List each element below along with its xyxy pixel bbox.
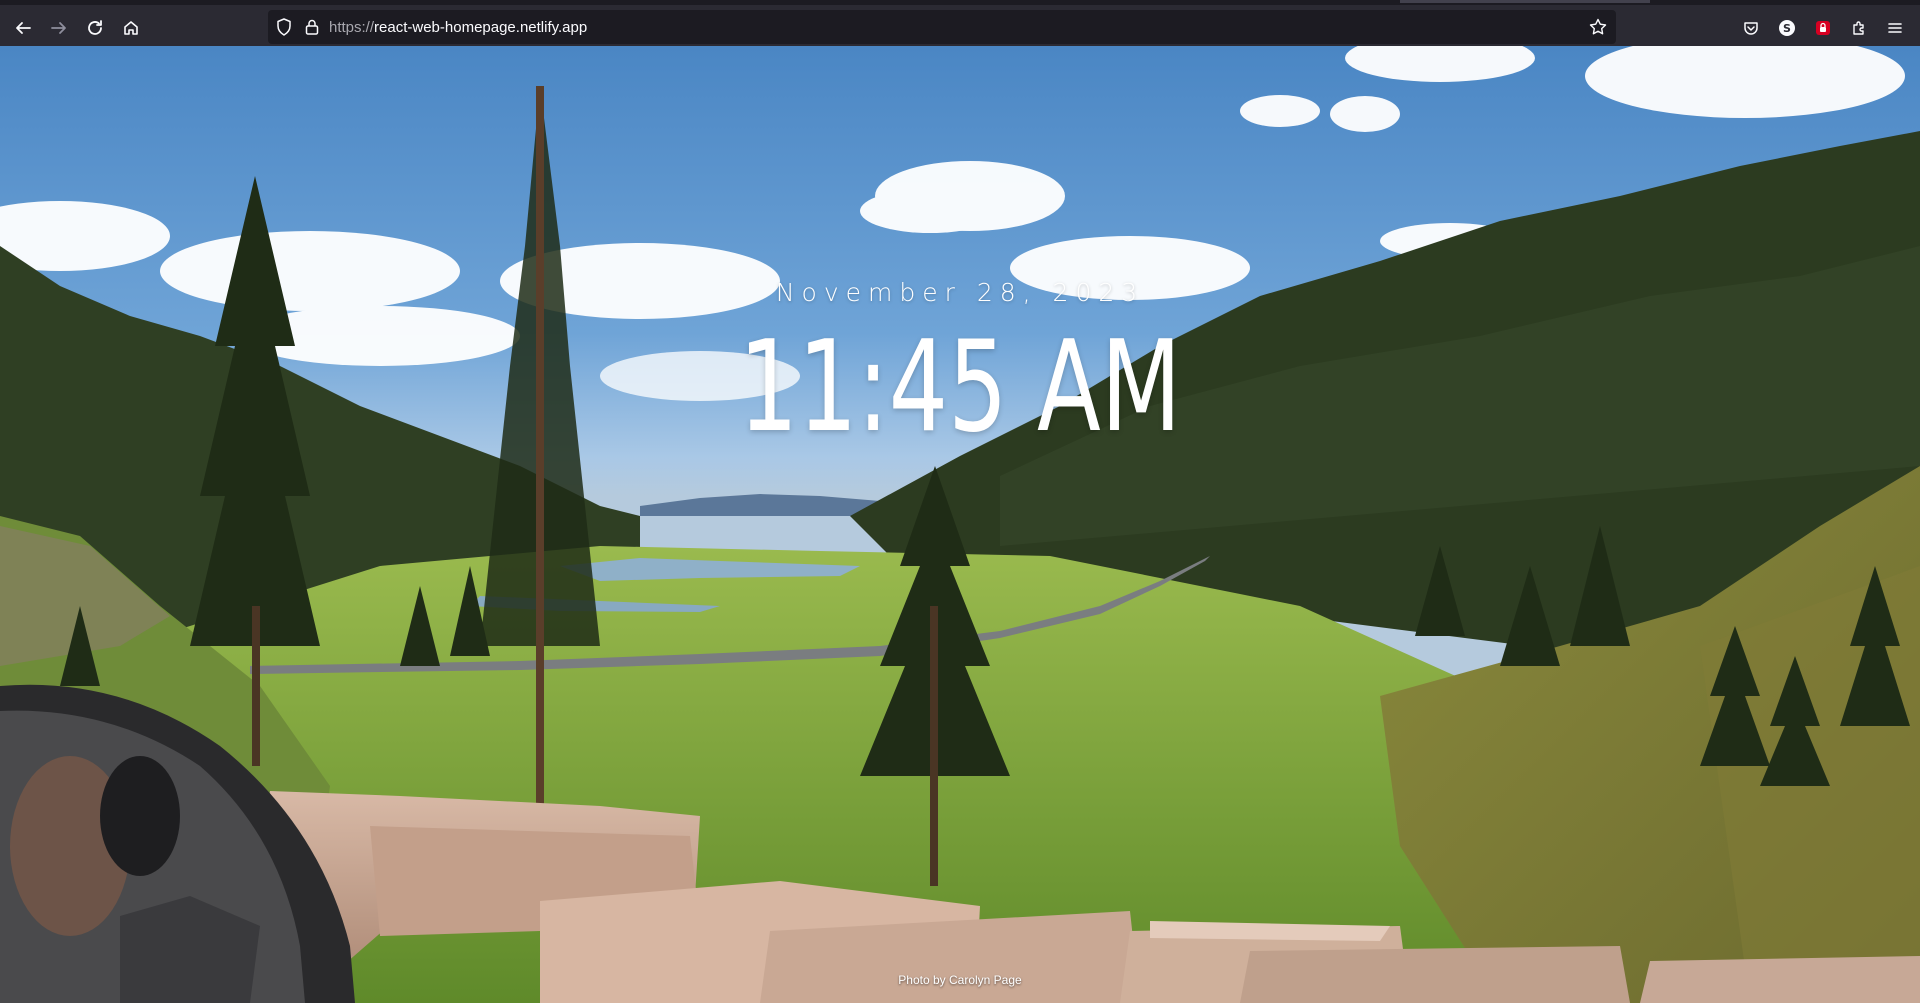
active-tab-indicator <box>1400 0 1650 3</box>
back-icon <box>16 22 31 34</box>
app-menu-button[interactable] <box>1878 11 1912 45</box>
current-time: 11:45 AM <box>738 313 1182 460</box>
extension-badge-button[interactable] <box>1806 11 1840 45</box>
url-host: react-web-homepage.netlify.app <box>374 19 588 36</box>
home-button[interactable] <box>114 11 148 45</box>
home-icon <box>124 21 138 35</box>
address-bar[interactable]: https://react-web-homepage.netlify.app <box>268 10 1616 44</box>
forward-button[interactable] <box>42 11 76 45</box>
photo-credit[interactable]: Photo by Carolyn Page <box>0 973 1920 987</box>
extension-badge-icon <box>1816 21 1830 35</box>
back-button[interactable] <box>6 11 40 45</box>
extensions-button[interactable] <box>1842 11 1876 45</box>
lock-icon[interactable] <box>302 17 322 37</box>
reload-icon <box>88 20 102 35</box>
forward-icon <box>51 22 66 34</box>
browser-toolbar: https://react-web-homepage.netlify.app S <box>0 0 1920 46</box>
current-date: November 28, 2023 <box>775 278 1145 307</box>
url-scheme: https:// <box>329 19 375 36</box>
menu-icon <box>1888 23 1902 33</box>
account-button[interactable]: S <box>1770 11 1804 45</box>
background-photo <box>0 46 1920 1003</box>
pocket-button[interactable] <box>1734 11 1768 45</box>
shield-icon[interactable] <box>274 17 294 37</box>
svg-text:S: S <box>1783 22 1791 35</box>
extensions-icon <box>1853 21 1864 35</box>
star-icon[interactable] <box>1588 17 1608 37</box>
url-text[interactable]: https://react-web-homepage.netlify.app <box>329 19 587 36</box>
reload-button[interactable] <box>78 11 112 45</box>
account-icon: S <box>1779 20 1795 36</box>
pocket-icon <box>1744 22 1758 35</box>
homepage-viewport: November 28, 2023 11:45 AM Photo by Caro… <box>0 46 1920 1003</box>
